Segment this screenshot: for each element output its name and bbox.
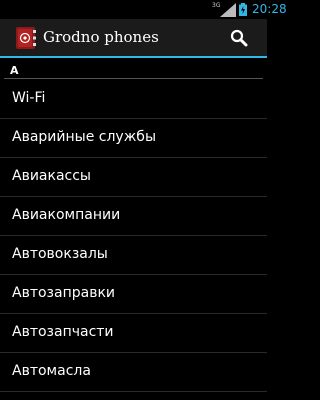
- section-divider: [4, 78, 263, 79]
- action-bar: Grodno phones: [0, 19, 267, 56]
- list-item-label: Аварийные службы: [12, 129, 156, 145]
- list-item-label: Авиакассы: [12, 168, 91, 184]
- list-item-air-ticket-offices[interactable]: Авиакассы: [0, 158, 267, 197]
- battery-icon: [239, 3, 247, 16]
- app-title: Grodno phones: [43, 28, 159, 46]
- list-item-airlines[interactable]: Авиакомпании: [0, 197, 267, 236]
- clock: 20:28: [252, 2, 287, 16]
- list-item-label: Wi-Fi: [12, 90, 46, 106]
- list-item-wifi[interactable]: Wi-Fi: [0, 80, 267, 119]
- list-item-label: Автомасла: [12, 363, 91, 379]
- list-item-label: Автовокзалы: [12, 246, 108, 262]
- list-item-emergency-services[interactable]: Аварийные службы: [0, 119, 267, 158]
- list-item-gas-stations[interactable]: Автозаправки: [0, 275, 267, 314]
- list-item-label: Автозаправки: [12, 285, 115, 301]
- status-bar: 3G 20:28: [0, 0, 287, 19]
- list-item-label: Авиакомпании: [12, 207, 121, 223]
- address-book-icon[interactable]: [16, 27, 36, 49]
- search-button[interactable]: [228, 27, 250, 49]
- list-item-motor-oils[interactable]: Автомасла: [0, 353, 267, 392]
- list-item-auto-parts[interactable]: Автозапчасти: [0, 314, 267, 353]
- section-letter: A: [10, 64, 19, 77]
- signal-icon: [220, 3, 236, 17]
- list-item-bus-stations[interactable]: Автовокзалы: [0, 236, 267, 275]
- section-header: A: [0, 60, 267, 80]
- action-bar-divider: [0, 56, 267, 58]
- category-list: Wi-Fi Аварийные службы Авиакассы Авиаком…: [0, 80, 267, 392]
- search-icon: [230, 29, 248, 47]
- list-item-label: Автозапчасти: [12, 324, 114, 340]
